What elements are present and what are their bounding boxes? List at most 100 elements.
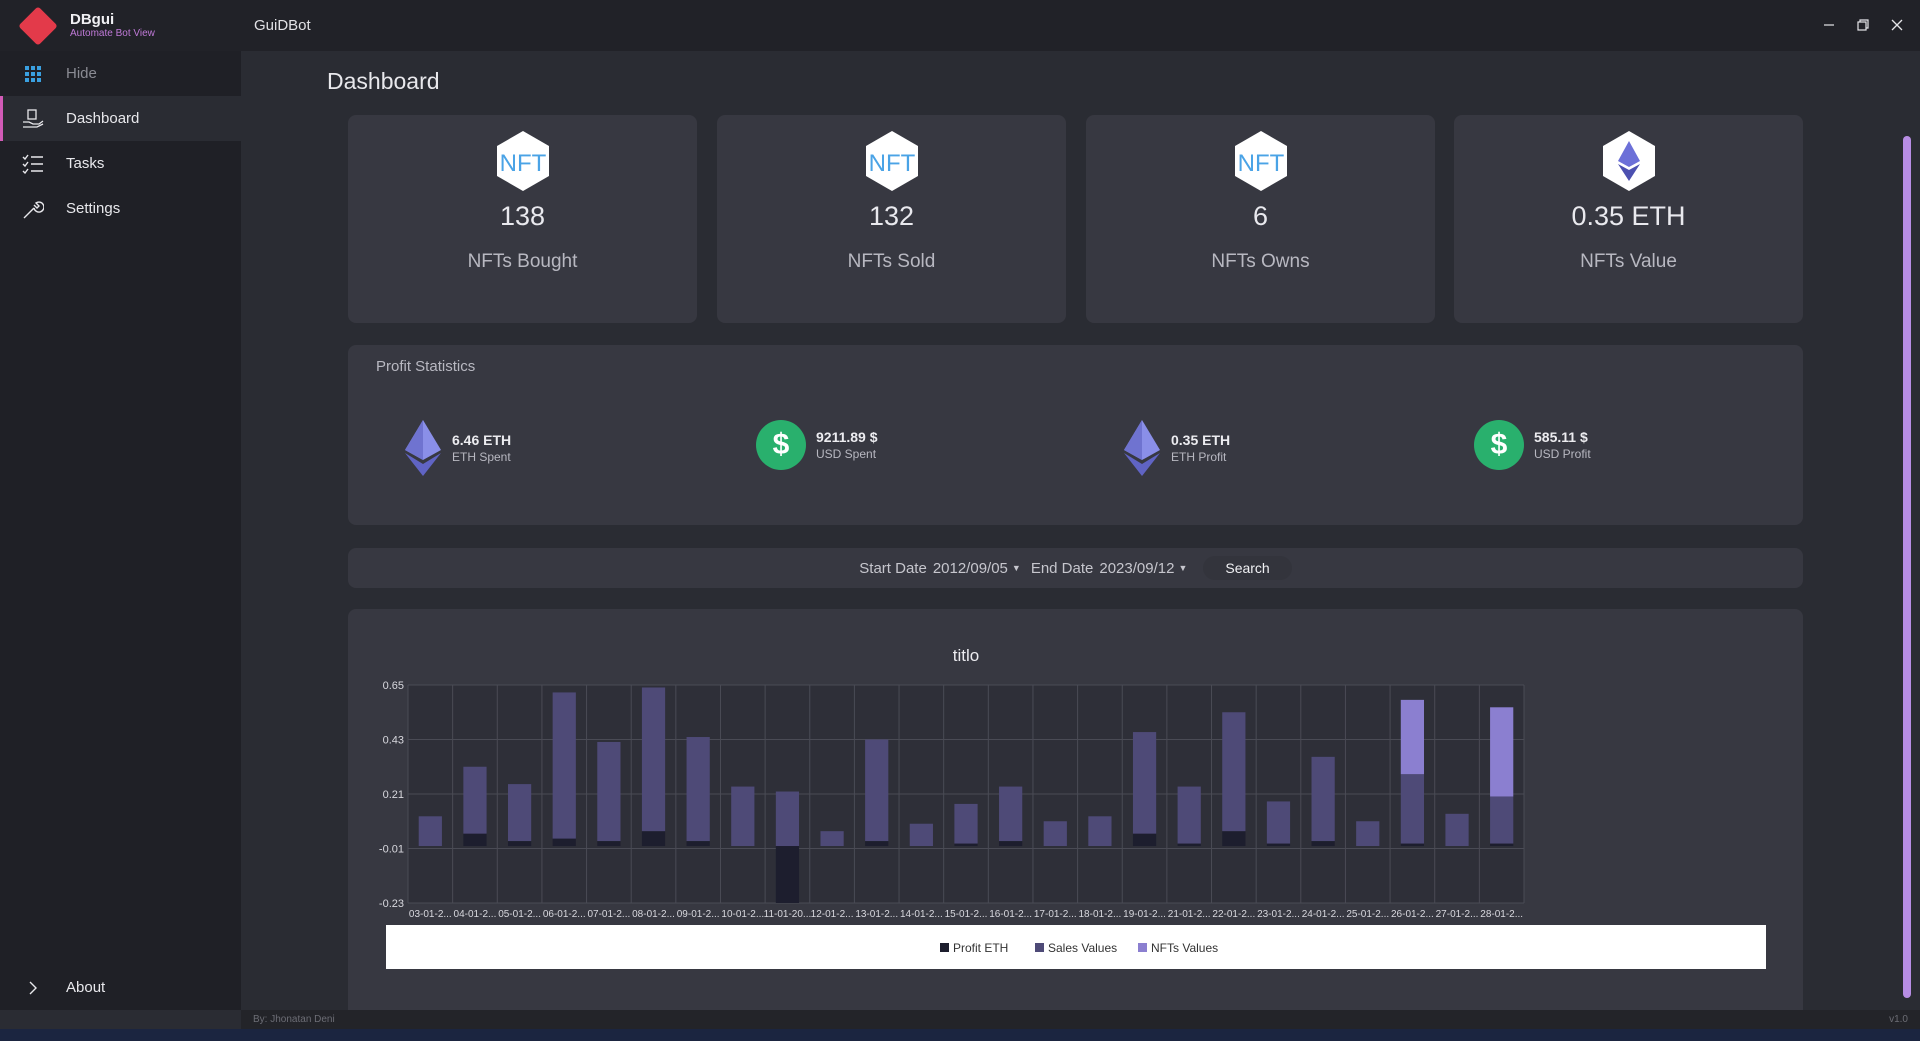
scrollbar[interactable] <box>1903 136 1911 998</box>
start-date-picker[interactable]: 2012/09/05 ▼ <box>933 560 1021 577</box>
svg-text:NFT: NFT <box>499 150 546 177</box>
nft-icon: NFT <box>1234 131 1287 191</box>
legend-label: NFTs Values <box>1151 941 1218 955</box>
taskbar <box>0 1029 1920 1041</box>
sidebar: Hide Dashboard Tasks Settings About <box>0 51 241 1010</box>
x-tick-label: 22-01-2... <box>1212 909 1255 920</box>
y-tick-label: 0.65 <box>383 680 404 692</box>
x-tick-label: 23-01-2... <box>1257 909 1300 920</box>
x-tick-label: 09-01-2... <box>677 909 720 920</box>
close-icon <box>1891 19 1903 31</box>
stat-value: 132 <box>868 201 915 231</box>
sidebar-item-tasks[interactable]: Tasks <box>0 141 241 186</box>
tasks-icon <box>22 153 44 175</box>
x-tick-label: 15-01-2... <box>945 909 988 920</box>
bar <box>418 816 442 847</box>
profit-usd-profit: $ 585.11 $ USD Profit <box>1474 420 1591 470</box>
sidebar-item-label: Tasks <box>66 155 105 172</box>
main-content: Dashboard NFT 138 NFTs Bought NFT 132 NF… <box>241 51 1920 1041</box>
titlebar: DBgui Automate Bot View GuiDBot <box>0 0 1920 51</box>
stat-card-value: 0.35 ETH NFTs Value <box>1454 115 1803 323</box>
nft-icon: NFT <box>496 131 549 191</box>
version-label: v1.0 <box>1889 1014 1908 1025</box>
app-logo <box>18 5 58 46</box>
bar <box>1400 843 1425 847</box>
y-tick-label: 0.21 <box>383 789 404 801</box>
bar <box>1222 831 1246 847</box>
bar-chart: titlo 0.65 0.43 0.21 -0.01 -0.23 03-01-2... 04-… <box>379 646 1766 969</box>
bar <box>463 833 487 847</box>
bar <box>1490 843 1514 847</box>
sidebar-item-label: Dashboard <box>66 110 140 127</box>
bar <box>731 786 755 847</box>
close-button[interactable] <box>1884 12 1910 38</box>
bar <box>1400 699 1425 775</box>
x-tick-label: 26-01-2... <box>1391 909 1434 920</box>
nft-icon: NFT <box>865 131 918 191</box>
x-tick-label: 03-01-2... <box>409 909 452 920</box>
x-tick-label: 25-01-2... <box>1346 909 1389 920</box>
app-subtitle: Automate Bot View <box>70 28 155 39</box>
profit-eth-spent: 6.46 ETH ETH Spent <box>404 420 511 476</box>
sidebar-item-label: Hide <box>66 65 97 82</box>
chevron-down-icon: ▼ <box>1178 563 1188 573</box>
eth-icon <box>1124 420 1160 476</box>
end-date-label: End Date <box>1030 559 1094 577</box>
search-button[interactable]: Search <box>1203 556 1292 580</box>
bar <box>686 737 710 842</box>
bar <box>1177 786 1201 844</box>
dashboard-icon <box>22 108 44 130</box>
author-label: By: Jhonatan Deni <box>253 1014 335 1025</box>
stat-label: NFTs Bought <box>467 251 578 272</box>
grid-icon <box>22 63 44 85</box>
bar <box>1088 816 1112 847</box>
x-tick-label: 12-01-2... <box>811 909 854 920</box>
bar <box>507 784 532 842</box>
x-tick-label: 19-01-2... <box>1123 909 1166 920</box>
minimize-button[interactable] <box>1816 12 1842 38</box>
end-date-picker[interactable]: 2023/09/12 ▼ <box>1099 560 1187 577</box>
stat-value: 0.35 ETH <box>1571 201 1686 231</box>
profit-eth-profit: 0.35 ETH ETH Profit <box>1123 420 1230 476</box>
about-label: About <box>66 979 106 996</box>
bar <box>1356 821 1380 847</box>
sidebar-item-about[interactable]: About <box>0 965 241 1010</box>
bar <box>641 831 666 847</box>
eth-icon <box>405 420 441 476</box>
bar <box>954 803 978 844</box>
profit-usd-spent: $ 9211.89 $ USD Spent <box>756 420 878 470</box>
x-tick-label: 13-01-2... <box>855 909 898 920</box>
sidebar-item-settings[interactable]: Settings <box>0 186 241 231</box>
stat-value: 6 <box>1252 201 1269 231</box>
legend-swatch <box>1138 943 1147 952</box>
bar <box>1266 801 1291 844</box>
sidebar-item-hide[interactable]: Hide <box>0 51 241 96</box>
x-tick-label: 18-01-2... <box>1079 909 1122 920</box>
sidebar-item-dashboard[interactable]: Dashboard <box>0 96 241 141</box>
bar <box>1043 821 1067 847</box>
svg-text:NFT: NFT <box>1237 150 1284 177</box>
legend-swatch <box>940 943 949 952</box>
bar <box>865 739 889 842</box>
bar <box>999 786 1023 842</box>
bar <box>1490 707 1514 797</box>
bar <box>775 846 800 903</box>
dollar-icon: $ <box>756 420 806 470</box>
status-bar: By: Jhonatan Deni v1.0 <box>241 1010 1920 1029</box>
app-name: DBgui <box>70 11 115 28</box>
x-tick-label: 28-01-2... <box>1480 909 1523 920</box>
restore-icon <box>1857 19 1869 31</box>
restore-button[interactable] <box>1850 12 1876 38</box>
profit-statistics-panel: Profit Statistics 6.46 ETH ETH Spent $ 92… <box>348 345 1803 525</box>
bar <box>820 831 844 847</box>
page-title: Dashboard <box>327 68 440 94</box>
bar <box>1490 796 1514 844</box>
bar <box>463 766 487 834</box>
stat-card-owns: NFT 6 NFTs Owns <box>1086 115 1435 323</box>
stat-value: 138 <box>499 201 546 231</box>
x-tick-label: 17-01-2... <box>1034 909 1077 920</box>
stat-card-sold: NFT 132 NFTs Sold <box>717 115 1066 323</box>
x-tick-label: 14-01-2... <box>900 909 943 920</box>
bar <box>552 838 576 847</box>
x-tick-label: 24-01-2... <box>1302 909 1345 920</box>
